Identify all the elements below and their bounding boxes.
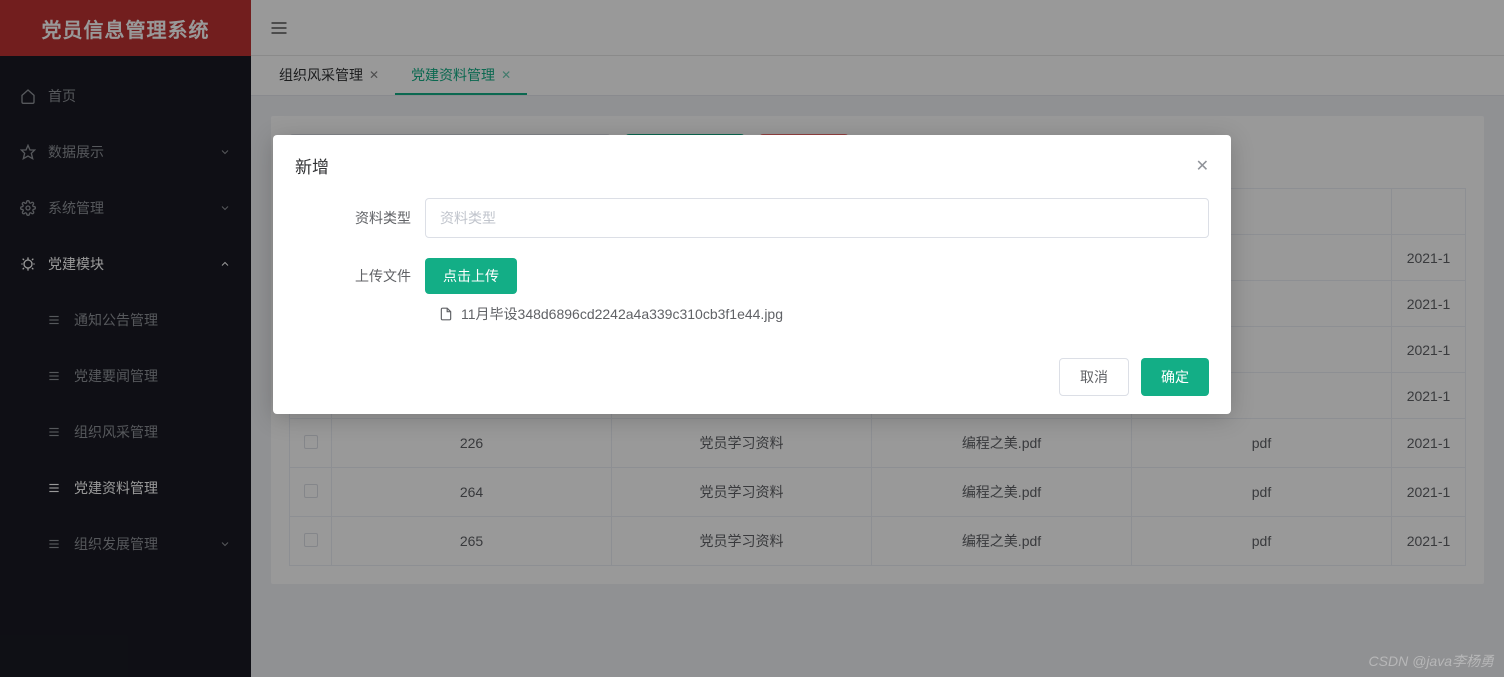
form-row-type: 资料类型 — [295, 198, 1209, 238]
form-row-upload: 上传文件 点击上传 — [295, 258, 1209, 294]
dialog-title: 新增 — [295, 153, 329, 178]
cancel-button[interactable]: 取消 — [1059, 358, 1129, 396]
watermark: CSDN @java李杨勇 — [1369, 651, 1494, 671]
dialog-footer: 取消 确定 — [273, 344, 1231, 414]
file-name: 11月毕设348d6896cd2242a4a339c310cb3f1e44.jp… — [461, 304, 783, 324]
confirm-button[interactable]: 确定 — [1141, 358, 1209, 396]
document-icon — [439, 307, 453, 321]
upload-button[interactable]: 点击上传 — [425, 258, 517, 294]
close-icon[interactable]: ✕ — [1196, 156, 1209, 176]
dialog-body: 资料类型 上传文件 点击上传 11月毕设348d6896cd2242a4a339… — [273, 188, 1231, 344]
upload-label: 上传文件 — [295, 266, 425, 286]
dialog-add: 新增 ✕ 资料类型 上传文件 点击上传 11月毕设348d6896cd2242a… — [273, 135, 1231, 414]
type-label: 资料类型 — [295, 208, 425, 228]
modal-overlay[interactable]: 新增 ✕ 资料类型 上传文件 点击上传 11月毕设348d6896cd2242a… — [0, 0, 1504, 677]
uploaded-file-item[interactable]: 11月毕设348d6896cd2242a4a339c310cb3f1e44.jp… — [439, 304, 1209, 324]
type-input[interactable] — [425, 198, 1209, 238]
dialog-header: 新增 ✕ — [273, 135, 1231, 188]
